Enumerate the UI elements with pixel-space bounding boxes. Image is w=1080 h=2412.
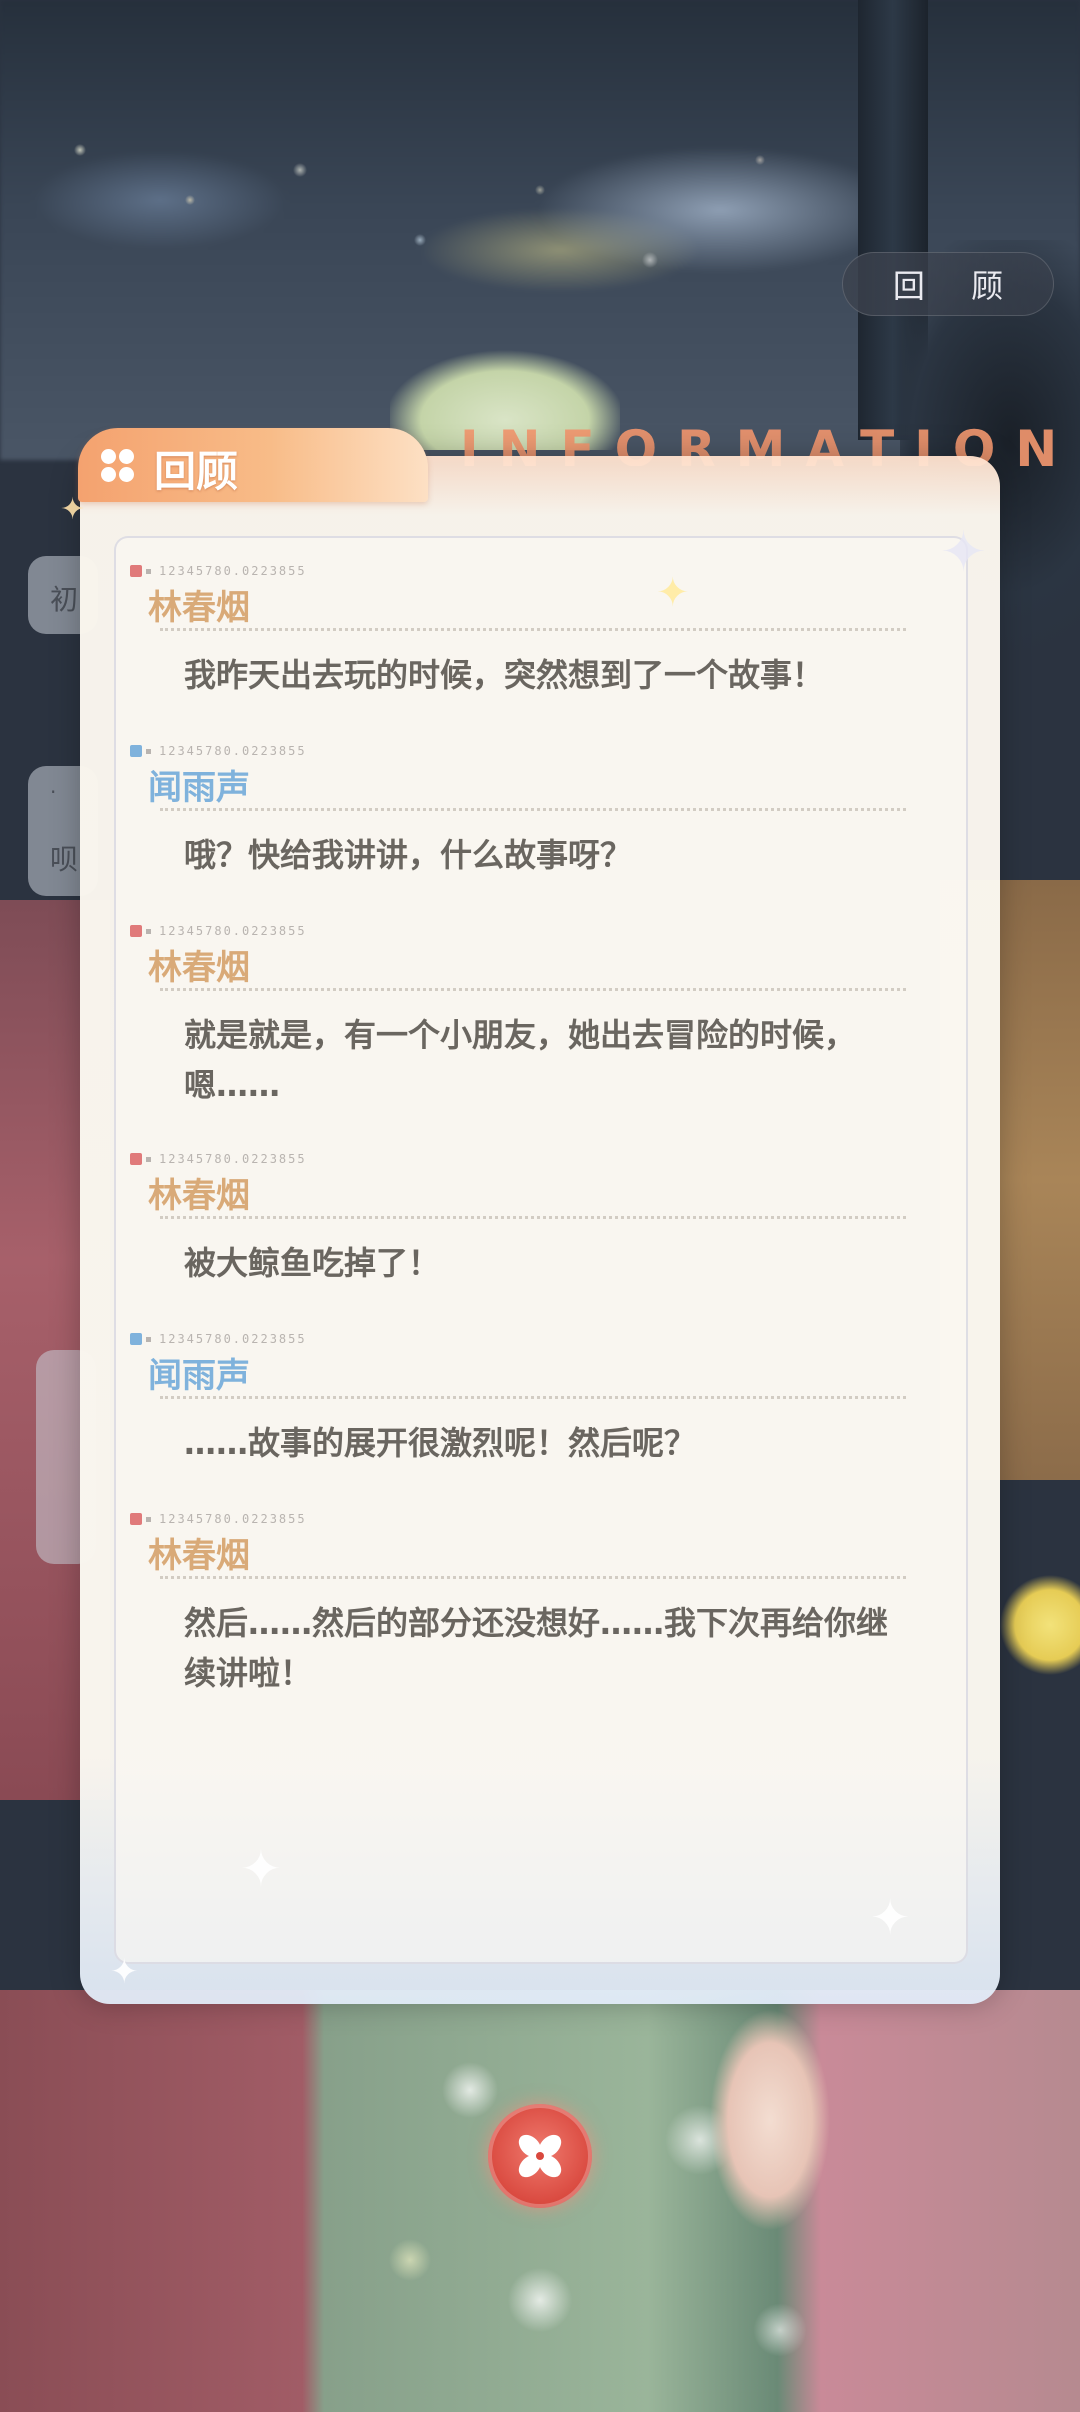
sparkle-icon: ✦ (656, 570, 690, 616)
speaker-name: 闻雨声 (148, 768, 250, 808)
speaker-name: 林春烟 (148, 1176, 250, 1216)
dialogue-text: 我昨天出去玩的时候，突然想到了一个故事！ (184, 656, 825, 694)
speaker-tag: 12345780.0223855 (130, 564, 307, 578)
close-icon (518, 2134, 562, 2178)
sparkle-icon: ✦ (940, 520, 987, 585)
dialogue-text: 被大鲸鱼吃掉了！ (184, 1244, 441, 1282)
dialogue-text: 哦？快给我讲讲，什么故事呀？ (184, 836, 633, 874)
speaker-tag: 12345780.0223855 (130, 1512, 307, 1526)
review-button-label: 回 顾 (892, 267, 1022, 305)
dialogue-text: 然后……然后的部分还没想好……我下次再给你继续讲啦！ (184, 1604, 889, 1692)
sparkle-icon: ✦ (110, 1952, 139, 1992)
dialogue-text: 就是就是，有一个小朋友，她出去冒险的时候，嗯…… (184, 1016, 857, 1104)
panel-header-tab: 回顾 (78, 428, 428, 502)
speaker-tag: 12345780.0223855 (130, 1152, 307, 1166)
divider (160, 808, 906, 811)
speaker-tag: 12345780.0223855 (130, 924, 307, 938)
divider (160, 988, 906, 991)
speaker-name: 闻雨声 (148, 1356, 250, 1396)
speaker-tag: 12345780.0223855 (130, 744, 307, 758)
speaker-name: 林春烟 (148, 588, 250, 628)
speaker-tag: 12345780.0223855 (130, 1332, 307, 1346)
game-screen: 初 · 呗 回 顾 INFORMATION ✦ ✦ ✦ ✦ ✦ ✦ 回顾 123… (0, 0, 1080, 2412)
divider (160, 1216, 906, 1219)
sparkle-icon: ✦ (870, 1890, 911, 1946)
dialogue-text: ……故事的展开很激烈呢！然后呢？ (184, 1424, 697, 1462)
background-character-hand (700, 2010, 840, 2240)
review-button[interactable]: 回 顾 (842, 252, 1054, 316)
divider (160, 1396, 906, 1399)
sparkle-icon: ✦ (240, 1840, 282, 1898)
close-button[interactable] (488, 2104, 592, 2208)
speaker-name: 林春烟 (148, 1536, 250, 1576)
divider (160, 628, 906, 631)
speaker-name: 林春烟 (148, 948, 250, 988)
background-flower (1000, 1570, 1080, 1680)
divider (160, 1576, 906, 1579)
clover-icon (100, 448, 136, 484)
panel-title: 回顾 (154, 447, 239, 496)
